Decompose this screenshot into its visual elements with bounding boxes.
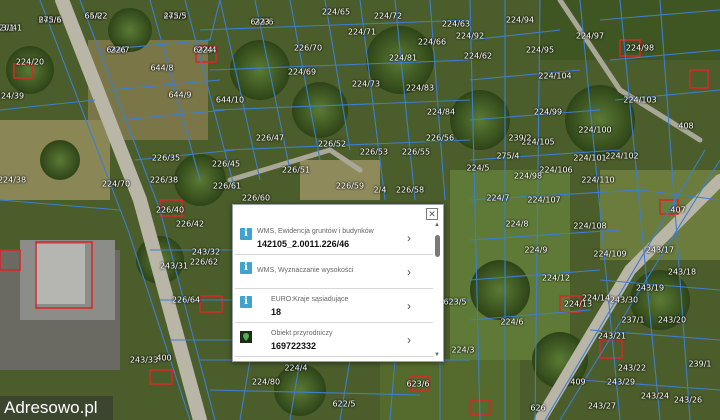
feature-row-nature[interactable]: Obiekt przyrodniczy 169722332 › [235,323,433,357]
watermark-logo: Adresowo.pl [0,396,113,420]
chevron-right-icon[interactable]: › [407,299,411,313]
feature-title: WMS, Ewidencja gruntów i budynków [257,228,374,235]
chevron-right-icon[interactable]: › [407,333,411,347]
feature-value: 169722332 [271,341,317,351]
feature-title: EURO:Kraje sąsiadujące [271,296,349,303]
chevron-right-icon[interactable]: › [407,265,411,279]
scroll-down-arrow-icon[interactable]: ▼ [434,352,440,358]
feature-info-popup[interactable]: ✕ i WMS, Ewidencja gruntów i budynków 14… [232,204,444,362]
scroll-up-arrow-icon[interactable]: ▲ [434,222,440,228]
map-pin-icon [240,330,252,343]
feature-row-euro[interactable]: i EURO:Kraje sąsiadujące 18 › [235,289,433,323]
info-icon: i [240,296,252,308]
info-icon: i [240,228,252,240]
chevron-right-icon[interactable]: › [407,231,411,245]
feature-title: Obiekt przyrodniczy [271,330,333,337]
close-icon[interactable]: ✕ [426,208,438,220]
feature-value: 142105_2.0011.226/46 [257,239,350,249]
scroll-thumb[interactable] [435,235,440,257]
scrollbar[interactable]: ▲ ▼ [434,222,441,358]
feature-list[interactable]: i WMS, Ewidencja gruntów i budynków 1421… [235,221,433,359]
feature-row-egib[interactable]: i WMS, Ewidencja gruntów i budynków 1421… [235,221,433,255]
feature-row-height[interactable]: i WMS, Wyznaczanie wysokości › [235,255,433,289]
info-icon: i [240,262,252,274]
feature-value: 18 [271,307,282,317]
feature-title: WMS, Wyznaczanie wysokości [257,267,354,274]
